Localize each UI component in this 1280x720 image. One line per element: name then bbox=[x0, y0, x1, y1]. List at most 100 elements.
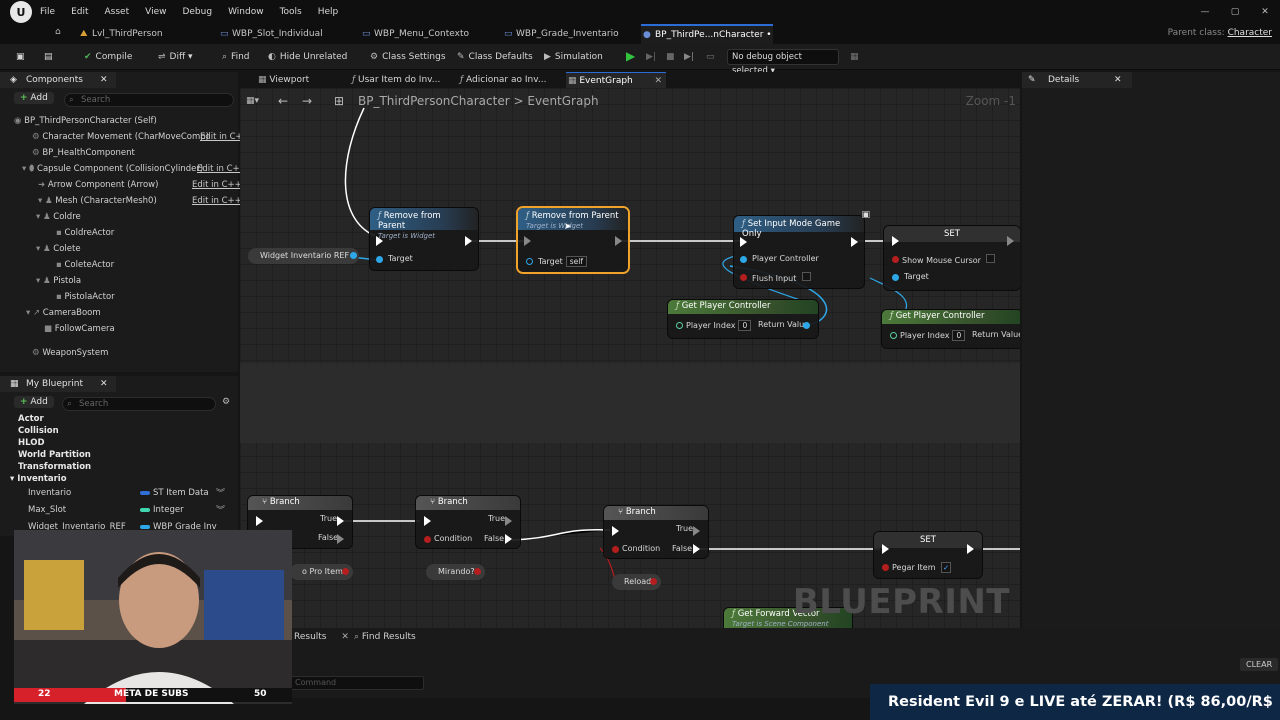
exec-out-pin[interactable] bbox=[967, 544, 974, 554]
set-pegar-item-node[interactable]: SET Pegar Item ✓ bbox=[874, 532, 982, 578]
exec-in-pin[interactable] bbox=[740, 237, 747, 247]
compiler-results-tab[interactable]: Results ✕ bbox=[294, 632, 349, 642]
category-world-partition[interactable]: World Partition bbox=[18, 450, 91, 460]
widget-ref-getter-node[interactable]: Widget Inventario REF bbox=[248, 248, 360, 264]
tab-lvl-thirdperson[interactable]: ⛰ Lvl_ThirdPerson bbox=[78, 24, 203, 44]
false-exec-pin[interactable] bbox=[693, 544, 700, 554]
exec-in-pin[interactable] bbox=[612, 526, 619, 536]
false-exec-pin[interactable] bbox=[337, 534, 344, 544]
simulation-button[interactable]: ▶ Simulation bbox=[544, 50, 603, 64]
target-pin[interactable] bbox=[376, 256, 383, 263]
compile-button[interactable]: ✔ Compile bbox=[84, 50, 132, 64]
menu-window[interactable]: Window bbox=[228, 7, 264, 17]
tab-bp-thirdperson[interactable]: ● BP_ThirdPe...nCharacter • bbox=[641, 24, 773, 44]
menu-tools[interactable]: Tools bbox=[280, 7, 302, 17]
component-mesh[interactable]: ▾ ♟ Mesh (CharacterMesh0) Edit in C++ bbox=[38, 196, 242, 206]
details-tab[interactable]: ✎ Details ✕ bbox=[1022, 72, 1132, 88]
category-hlod[interactable]: HLOD bbox=[18, 438, 45, 448]
exec-in-pin[interactable] bbox=[424, 516, 431, 526]
component-capsule[interactable]: ▾ ⬮ Capsule Component (CollisionCylinder… bbox=[22, 164, 247, 174]
component-pistola-actor[interactable]: ▪ PistolaActor bbox=[56, 292, 115, 302]
home-icon[interactable]: ⌂ bbox=[55, 27, 61, 37]
variable-getter-node[interactable]: o Pro Item bbox=[290, 564, 353, 580]
false-exec-pin[interactable] bbox=[505, 534, 512, 544]
category-transformation[interactable]: Transformation bbox=[18, 462, 91, 472]
exec-in-pin[interactable] bbox=[882, 544, 889, 554]
menu-edit[interactable]: Edit bbox=[71, 7, 88, 17]
tab-wbp-menu[interactable]: ▭ WBP_Menu_Contexto bbox=[360, 24, 490, 44]
my-blueprint-tab[interactable]: ▦ My Blueprint ✕ bbox=[0, 376, 116, 392]
component-camera-boom[interactable]: ▾ ↗ CameraBoom bbox=[26, 308, 101, 318]
event-graph-canvas[interactable]: ▦▾ ← → ⊞ BP_ThirdPersonCharacter > Event… bbox=[240, 88, 1020, 628]
mirando-getter-node[interactable]: Mirando? bbox=[426, 564, 485, 580]
player-controller-pin[interactable] bbox=[740, 256, 747, 263]
player-index-value[interactable]: 0 bbox=[738, 320, 752, 331]
menu-debug[interactable]: Debug bbox=[182, 7, 212, 17]
category-collision[interactable]: Collision bbox=[18, 426, 59, 436]
variable-max-slot[interactable]: Max_Slot bbox=[28, 505, 66, 515]
close-icon[interactable]: ✕ bbox=[100, 72, 108, 88]
class-settings-button[interactable]: ⚙ Class Settings bbox=[370, 50, 446, 64]
target-pin[interactable] bbox=[892, 274, 899, 281]
branch-node[interactable]: ⑂ Branch True Condition False bbox=[604, 506, 708, 558]
close-icon[interactable]: ✕ bbox=[100, 376, 108, 392]
component-coldre[interactable]: ▾ ♟ Coldre bbox=[36, 212, 81, 222]
components-tab[interactable]: ◈ Components ✕ bbox=[0, 72, 116, 88]
player-index-value[interactable]: 0 bbox=[952, 330, 966, 341]
tab-wbp-grade[interactable]: ▭ WBP_Grade_Inventario bbox=[502, 24, 632, 44]
unreal-logo-icon[interactable]: U bbox=[10, 1, 32, 23]
get-player-controller-node[interactable]: ƒ Get Player Controller Player Index 0 Re… bbox=[882, 310, 1020, 348]
browse-icon[interactable]: ▤ bbox=[44, 50, 53, 64]
class-defaults-button[interactable]: ✎ Class Defaults bbox=[457, 50, 533, 64]
parent-class-link[interactable]: Character bbox=[1228, 28, 1272, 38]
hide-unrelated-button[interactable]: ◐ Hide Unrelated bbox=[268, 50, 347, 64]
component-health[interactable]: ⚙ BP_HealthComponent bbox=[32, 148, 135, 158]
exec-out-pin[interactable] bbox=[1007, 236, 1014, 246]
flush-input-pin[interactable] bbox=[740, 274, 747, 281]
debug-filter-icon[interactable]: ▦ bbox=[850, 50, 859, 64]
flush-input-checkbox[interactable] bbox=[801, 272, 811, 281]
category-actor[interactable]: Actor bbox=[18, 414, 44, 424]
true-exec-pin[interactable] bbox=[505, 516, 512, 526]
component-pistola[interactable]: ▾ ♟ Pistola bbox=[36, 276, 81, 286]
component-self[interactable]: ◉ BP_ThirdPersonCharacter (Self) bbox=[14, 116, 157, 126]
bool-pin[interactable] bbox=[650, 578, 658, 585]
tab-wbp-slot[interactable]: ▭ WBP_Slot_Individual bbox=[218, 24, 348, 44]
edit-in-cpp-link[interactable]: Edit in C++ bbox=[192, 196, 242, 206]
bool-pin[interactable] bbox=[341, 568, 349, 575]
bool-pin[interactable] bbox=[473, 568, 481, 575]
component-arrow[interactable]: ➜ Arrow Component (Arrow) Edit in C++ bbox=[38, 180, 242, 190]
close-icon[interactable]: ✕ bbox=[1114, 72, 1122, 88]
clear-button[interactable]: CLEAR bbox=[1240, 658, 1279, 671]
menu-asset[interactable]: Asset bbox=[105, 7, 130, 17]
condition-pin[interactable] bbox=[424, 536, 431, 543]
get-player-controller-node[interactable]: ƒ Get Player Controller Player Index 0 Re… bbox=[668, 300, 818, 338]
tab-viewport[interactable]: ▦ Viewport bbox=[244, 72, 344, 88]
exec-in-pin[interactable] bbox=[376, 236, 383, 246]
variable-inventario[interactable]: Inventario bbox=[28, 488, 71, 498]
breadcrumb-graph[interactable]: EventGraph bbox=[527, 94, 598, 108]
return-value-pin[interactable] bbox=[803, 322, 810, 329]
player-index-pin[interactable] bbox=[676, 322, 683, 329]
exec-in-pin[interactable] bbox=[892, 236, 899, 246]
step-icon[interactable]: ▶| bbox=[646, 50, 656, 64]
add-member-button[interactable]: + Add bbox=[14, 396, 54, 408]
menu-help[interactable]: Help bbox=[318, 7, 339, 17]
tab-usar-item[interactable]: ƒ Usar Item do Inv... bbox=[352, 72, 452, 88]
set-input-mode-node[interactable]: ƒ Set Input Mode Game Only Player Contro… bbox=[734, 210, 870, 288]
true-exec-pin[interactable] bbox=[693, 526, 700, 536]
find-button[interactable]: ⌕ Find bbox=[222, 50, 250, 64]
blueprint-search-input[interactable]: ⌕ Search bbox=[62, 397, 216, 411]
menu-view[interactable]: View bbox=[145, 7, 166, 17]
reload-getter-node[interactable]: Reload bbox=[612, 574, 662, 590]
exec-in-pin[interactable] bbox=[256, 516, 263, 526]
component-character-movement[interactable]: ⚙ Character Movement (CharMoveComp) Edit … bbox=[32, 132, 243, 142]
breadcrumb-blueprint[interactable]: BP_ThirdPersonCharacter bbox=[358, 94, 510, 108]
variable-type[interactable]: Integer bbox=[140, 505, 184, 515]
component-coldre-actor[interactable]: ▪ ColdreActor bbox=[56, 228, 114, 238]
close-icon[interactable]: ✕ bbox=[341, 632, 349, 642]
find-results-tab[interactable]: ⌕ Find Results bbox=[354, 632, 416, 642]
play-icon[interactable]: ▶ bbox=[626, 49, 635, 63]
close-icon[interactable]: ✕ bbox=[654, 73, 662, 89]
edit-in-cpp-link[interactable]: Edit in C++ bbox=[192, 180, 242, 190]
